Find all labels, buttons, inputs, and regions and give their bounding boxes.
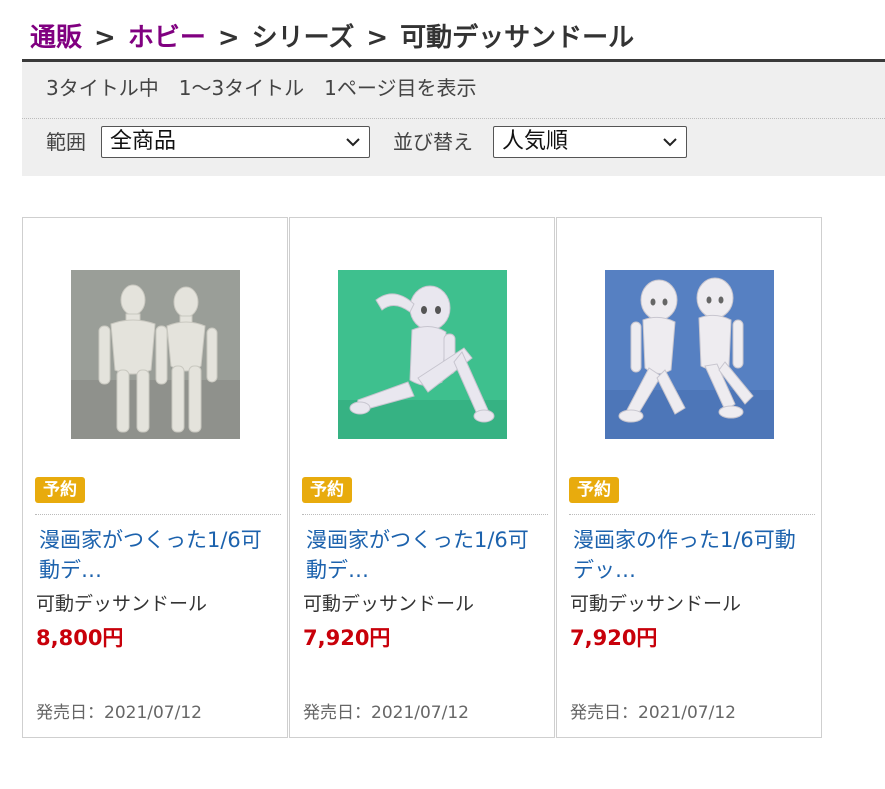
figure-photo-icon	[338, 270, 507, 439]
release-date: 発売日：2021/07/12	[570, 703, 736, 723]
product-card: 予約 漫画家がつくった1/6可動デ… 可動デッサンドール 7,920円 発売日：…	[289, 217, 555, 738]
sort-select-value: 人気順	[502, 129, 569, 154]
breadcrumb-separator: >	[217, 23, 240, 53]
product-card: 予約 漫画家がつくった1/6可動デ… 可動デッサンドール 8,800円 発売日：…	[22, 217, 288, 738]
preorder-badge: 予約	[35, 477, 85, 503]
product-price: 8,800円	[36, 626, 124, 650]
preorder-badge: 予約	[302, 477, 352, 503]
figure-photo-icon	[71, 270, 240, 439]
breadcrumb-series: シリーズ	[251, 23, 355, 53]
sort-select[interactable]: 人気順	[493, 126, 687, 158]
breadcrumb-link-mail-order[interactable]: 通販	[30, 23, 82, 53]
product-name-link[interactable]: 漫画家がつくった1/6可動デ…	[39, 525, 279, 585]
figure-photo-icon	[605, 270, 774, 439]
scope-select-value: 全商品	[110, 129, 177, 154]
sort-label: 並び替え	[393, 130, 473, 154]
scope-label: 範囲	[46, 130, 86, 154]
scope-select[interactable]: 全商品	[101, 126, 370, 158]
product-image[interactable]	[71, 270, 240, 439]
release-date: 発売日：2021/07/12	[36, 703, 202, 723]
product-series: 可動デッサンドール	[303, 593, 475, 615]
product-series: 可動デッサンドール	[36, 593, 208, 615]
card-divider	[35, 514, 281, 515]
breadcrumb-separator: >	[366, 23, 389, 53]
product-series: 可動デッサンドール	[570, 593, 742, 615]
breadcrumb-link-hobby[interactable]: ホビー	[128, 23, 206, 53]
result-count-text: 3タイトル中 1～3タイトル 1ページ目を表示	[46, 76, 477, 100]
release-date: 発売日：2021/07/12	[303, 703, 469, 723]
product-image[interactable]	[605, 270, 774, 439]
card-divider	[302, 514, 548, 515]
card-divider	[569, 514, 815, 515]
product-name-link[interactable]: 漫画家がつくった1/6可動デ…	[306, 525, 546, 585]
product-price: 7,920円	[570, 626, 658, 650]
chevron-down-icon	[346, 138, 360, 147]
breadcrumb: 通販 > ホビー > シリーズ > 可動デッサンドール	[30, 18, 634, 58]
product-card: 予約 漫画家の作った1/6可動デッ… 可動デッサンドール 7,920円 発売日：…	[556, 217, 822, 738]
breadcrumb-current-page: 可動デッサンドール	[400, 23, 635, 53]
chevron-down-icon	[663, 138, 677, 147]
panel-divider	[22, 118, 885, 119]
preorder-badge: 予約	[569, 477, 619, 503]
search-options-panel: 3タイトル中 1～3タイトル 1ページ目を表示 範囲 全商品 並び替え 人気順	[22, 62, 885, 176]
product-image[interactable]	[338, 270, 507, 439]
product-price: 7,920円	[303, 626, 391, 650]
product-name-link[interactable]: 漫画家の作った1/6可動デッ…	[573, 525, 813, 585]
breadcrumb-separator: >	[94, 23, 116, 53]
